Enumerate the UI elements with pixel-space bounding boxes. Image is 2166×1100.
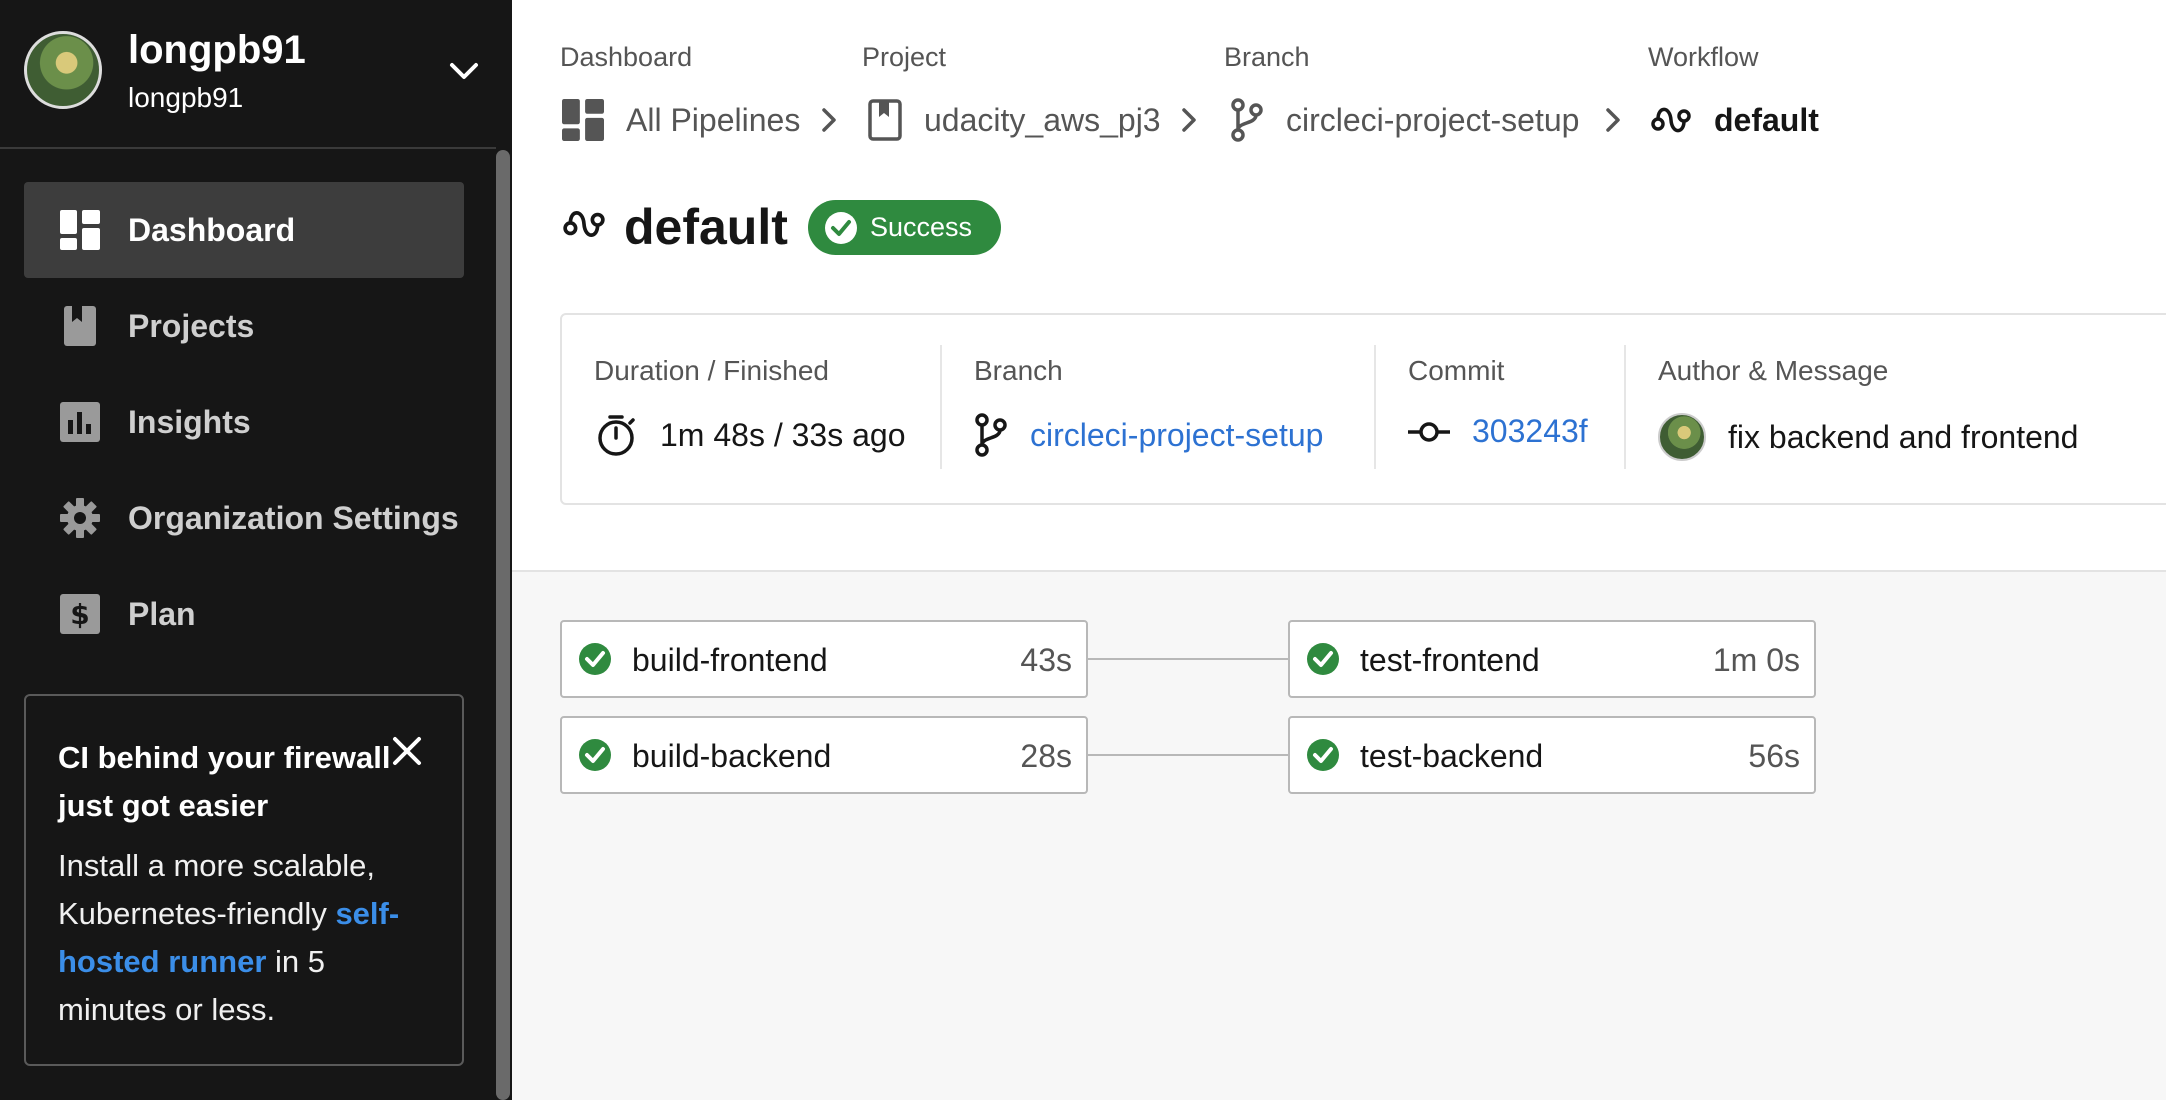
workflow-info-panel: Duration / Finished 1m 48s / 33s ago Bra… — [560, 313, 2166, 505]
sidebar-nav: Dashboard Projects Insights Organization… — [24, 182, 464, 662]
commit-message: fix backend and frontend — [1728, 418, 2079, 455]
dashboard-icon — [562, 99, 604, 141]
sidebar-item-label: Organization Settings — [128, 500, 459, 536]
status-badge-label: Success — [870, 212, 973, 242]
divider — [1624, 345, 1626, 469]
sidebar-item-dashboard[interactable]: Dashboard — [24, 182, 464, 278]
dashboard-icon — [60, 210, 100, 250]
job-duration: 28s — [1020, 738, 1072, 774]
breadcrumb-branch[interactable]: circleci-project-setup — [1230, 98, 1579, 142]
check-circle-icon — [579, 739, 611, 771]
promo-text: Install a more scalable, Kubernetes-frie… — [58, 848, 376, 931]
check-circle-icon — [1307, 643, 1339, 675]
job-name: test-backend — [1360, 738, 1544, 774]
book-icon — [64, 306, 96, 346]
check-circle-icon — [825, 211, 857, 244]
sidebar-item-plan[interactable]: $ Plan — [24, 566, 464, 662]
workflow-icon — [563, 211, 605, 237]
info-caption: Branch — [974, 355, 1063, 386]
breadcrumb-caption-workflow: Workflow — [1648, 42, 1759, 72]
git-commit-icon — [1408, 421, 1450, 442]
sidebar-item-label: Plan — [128, 596, 196, 632]
git-branch-icon — [1231, 98, 1263, 142]
job-duration: 43s — [1020, 642, 1072, 678]
sidebar-item-insights[interactable]: Insights — [24, 374, 464, 470]
job-build-frontend[interactable]: build-frontend 43s — [560, 620, 1088, 698]
git-branch-icon — [975, 413, 1007, 457]
breadcrumb-label: default — [1714, 101, 1819, 138]
chevron-right-icon — [1606, 108, 1620, 132]
commit-hash: 303243f — [1472, 413, 1588, 449]
author-message: fix backend and frontend — [1658, 413, 2078, 461]
breadcrumb-project[interactable]: udacity_aws_pj3 — [868, 98, 1161, 142]
duration-value: 1m 48s / 33s ago — [594, 413, 905, 457]
promo-body: Install a more scalable, Kubernetes-frie… — [58, 842, 430, 1034]
workflow-icon — [1651, 107, 1691, 133]
sidebar-scrollbar[interactable] — [496, 150, 510, 1100]
sidebar: longpb91 longpb91 Dashboard Projects Ins… — [0, 0, 512, 1100]
job-connector — [1088, 754, 1288, 756]
job-build-backend[interactable]: build-backend 28s — [560, 716, 1088, 794]
close-icon[interactable] — [390, 734, 424, 768]
promo-title: CI behind your firewall just got easier — [58, 740, 391, 823]
sidebar-item-projects[interactable]: Projects — [24, 278, 464, 374]
bar-chart-icon — [60, 402, 100, 442]
info-caption: Commit — [1408, 355, 1505, 386]
check-circle-icon — [579, 643, 611, 675]
stopwatch-icon — [598, 415, 635, 456]
job-name: build-backend — [632, 738, 832, 774]
author-avatar — [1658, 413, 1706, 461]
user-handle: longpb91 — [128, 82, 244, 113]
sidebar-item-label: Insights — [128, 404, 251, 440]
promo-card: CI behind your firewall just got easier … — [24, 694, 464, 1066]
info-caption: Duration / Finished — [594, 355, 830, 386]
chevron-right-icon — [1182, 108, 1196, 132]
gear-icon — [60, 498, 100, 538]
user-menu[interactable]: longpb91 longpb91 — [0, 0, 496, 149]
job-name: test-frontend — [1360, 642, 1540, 678]
book-icon — [868, 99, 902, 141]
job-connector — [1088, 658, 1288, 660]
breadcrumb-caption-dashboard: Dashboard — [560, 42, 693, 72]
check-circle-icon — [1307, 739, 1339, 771]
sidebar-item-organization-settings[interactable]: Organization Settings — [24, 470, 464, 566]
job-name: build-frontend — [632, 642, 828, 678]
user-name: longpb91 — [128, 28, 306, 72]
breadcrumb-caption-branch: Branch — [1224, 42, 1310, 72]
branch-name: circleci-project-setup — [1030, 416, 1324, 453]
breadcrumb-label: udacity_aws_pj3 — [924, 101, 1161, 138]
branch-link[interactable]: circleci-project-setup — [974, 413, 1323, 457]
sidebar-item-label: Dashboard — [128, 212, 296, 248]
divider — [940, 345, 942, 469]
job-duration: 56s — [1748, 738, 1800, 774]
avatar — [24, 31, 102, 109]
breadcrumb-all-pipelines[interactable]: All Pipelines — [562, 98, 800, 142]
breadcrumb-caption-project: Project — [862, 42, 947, 72]
job-test-backend[interactable]: test-backend 56s — [1288, 716, 1816, 794]
chevron-right-icon — [822, 108, 836, 132]
status-badge: Success — [808, 200, 1001, 255]
breadcrumb-label: circleci-project-setup — [1286, 101, 1580, 138]
svg-text:$: $ — [70, 598, 89, 631]
page-title: default — [624, 199, 788, 255]
dollar-icon: $ — [60, 594, 100, 634]
commit-link[interactable]: 303243f — [1408, 413, 1588, 450]
sidebar-item-label: Projects — [128, 308, 255, 344]
job-test-frontend[interactable]: test-frontend 1m 0s — [1288, 620, 1816, 698]
duration-text: 1m 48s / 33s ago — [660, 416, 906, 453]
divider — [1374, 345, 1376, 469]
info-caption: Author & Message — [1658, 355, 1889, 386]
chevron-down-icon[interactable] — [446, 56, 482, 86]
breadcrumb-label: All Pipelines — [626, 101, 801, 138]
breadcrumb-workflow[interactable]: default — [1650, 98, 1819, 142]
job-duration: 1m 0s — [1712, 642, 1800, 678]
